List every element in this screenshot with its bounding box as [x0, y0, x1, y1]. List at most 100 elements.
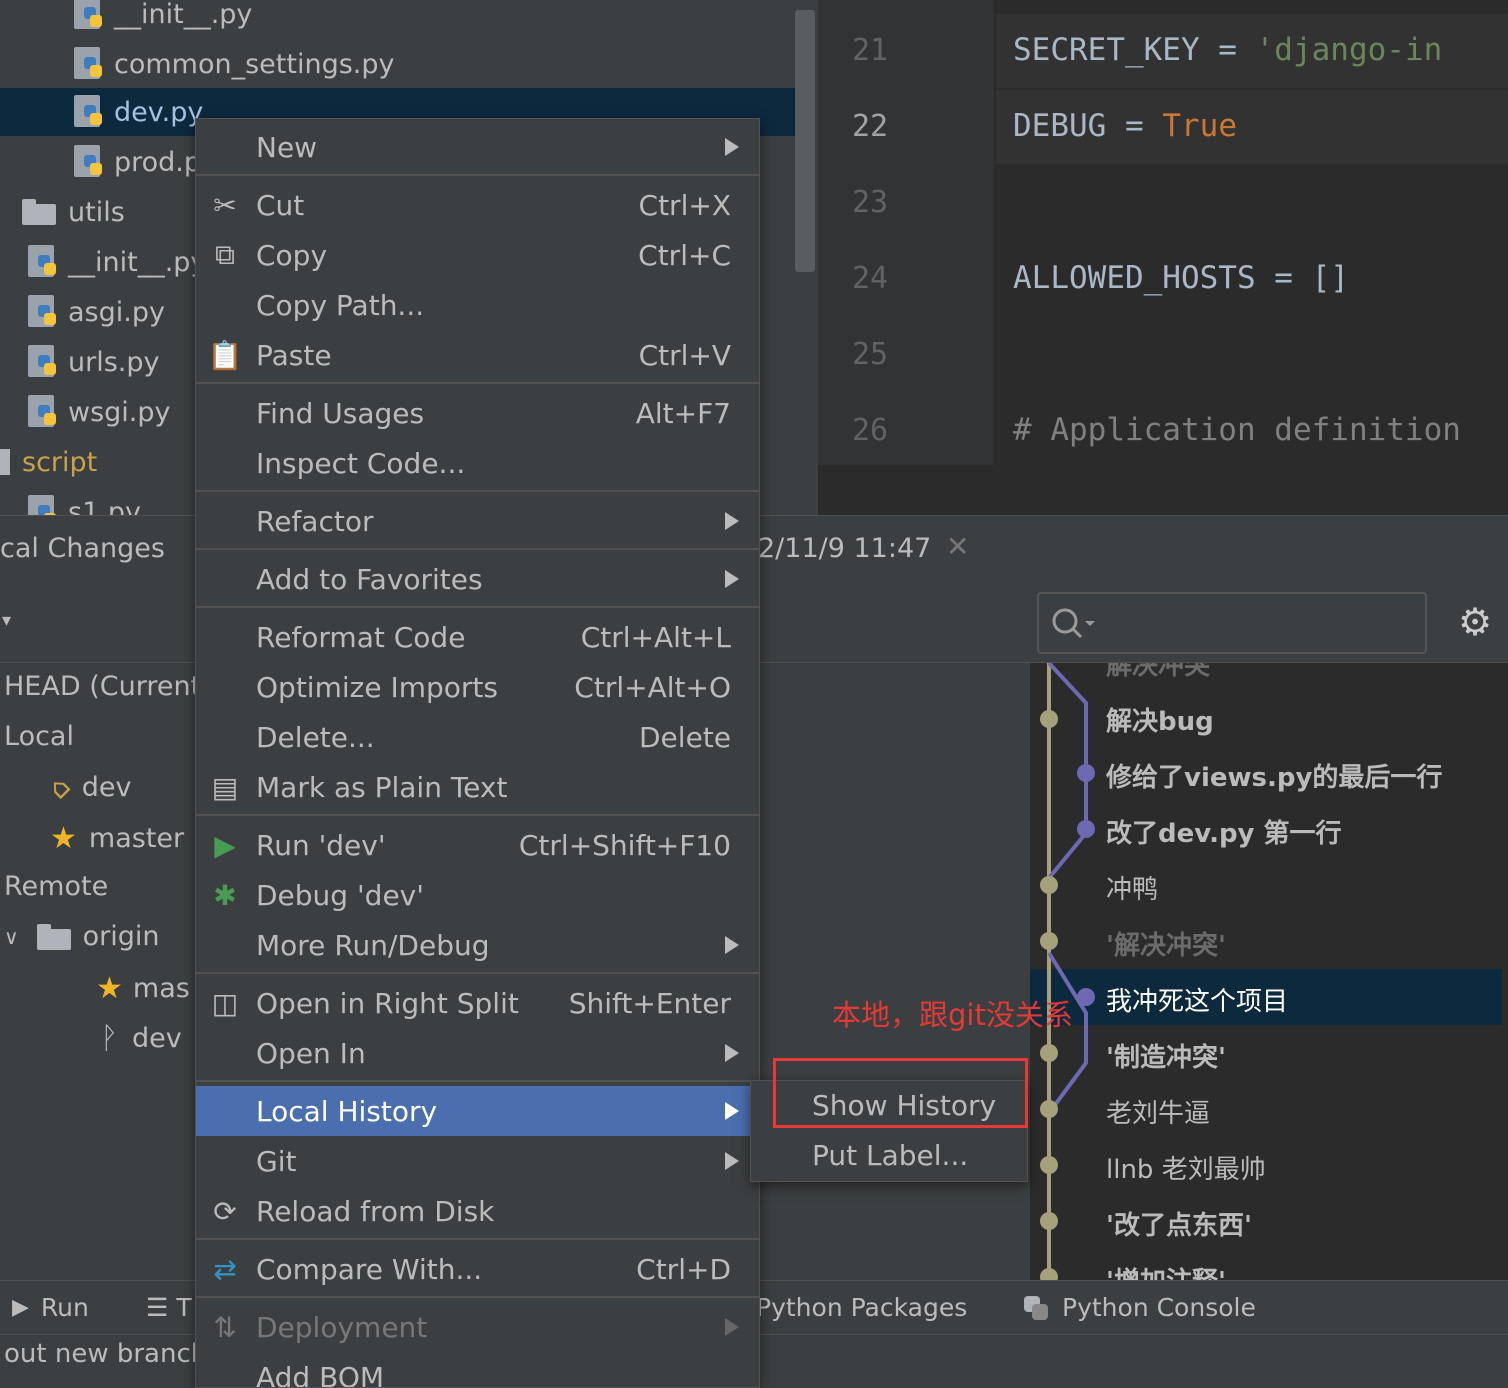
menu-separator [196, 174, 759, 176]
commit-row[interactable]: '解决冲突' [1106, 925, 1226, 962]
tag-icon: ⌂ [40, 769, 77, 806]
commit-row[interactable]: 解决冲突 [1106, 663, 1210, 682]
tree-item-asgi[interactable]: asgi.py [26, 288, 165, 336]
play-icon: ▶ [214, 828, 236, 862]
tab-python-console[interactable]: Python Console [1022, 1293, 1256, 1322]
branch-master[interactable]: ★ master [50, 821, 184, 856]
tab-todo[interactable]: ☰ T [146, 1293, 192, 1322]
tree-item-init-2[interactable]: __init__.py [26, 238, 206, 286]
menu-item-cut[interactable]: ✂ Cut Ctrl+X [196, 180, 759, 230]
context-menu: New ✂ Cut Ctrl+X ⧉ Copy Ctrl+C Copy Path... … [195, 118, 760, 1388]
menu-item-copy[interactable]: ⧉ Copy Ctrl+C [196, 230, 759, 280]
menu-item-copy-path[interactable]: Copy Path... [196, 280, 759, 330]
commit-row[interactable]: '制造冲突' [1106, 1037, 1226, 1074]
menu-item-reformat-code[interactable]: Reformat Code Ctrl+Alt+L [196, 612, 759, 662]
code-line-secret-key: SECRET_KEY = 'django-in [1013, 32, 1443, 68]
menu-separator [196, 548, 759, 550]
menu-item-optimize-imports[interactable]: Optimize Imports Ctrl+Alt+O [196, 662, 759, 712]
menu-separator [196, 1296, 759, 1298]
deployment-icon: ⇅ [213, 1310, 237, 1344]
line-number: 26 [852, 413, 889, 448]
branch-origin-master[interactable]: ★ mas [96, 971, 190, 1006]
search-input[interactable] [1037, 592, 1427, 654]
menu-item-debug[interactable]: ✱ Debug 'dev' [196, 870, 759, 920]
tree-item-wsgi[interactable]: wsgi.py [26, 388, 171, 436]
branch-dev[interactable]: ⌂ dev [41, 770, 132, 806]
chevron-down-icon[interactable]: ▾ [2, 610, 11, 631]
close-tab-icon[interactable]: ✕ [946, 530, 969, 563]
tab-log-time[interactable]: 2/11/9 11:47 [758, 533, 931, 564]
commit-row[interactable]: 修给了views.py的最后一行 [1106, 757, 1442, 794]
tree-item-utils[interactable]: utils [22, 188, 125, 236]
tree-item-urls[interactable]: urls.py [26, 338, 159, 386]
tree-item-common-settings[interactable]: common_settings.py [72, 40, 394, 88]
folder-icon [0, 449, 10, 475]
menu-item-compare-with[interactable]: ⇄ Compare With... Ctrl+D [196, 1244, 759, 1294]
branch-icon: ᚹ [100, 1021, 118, 1056]
submenu-arrow-icon [725, 138, 739, 156]
python-file-icon [26, 343, 60, 381]
line-number: 25 [852, 337, 889, 372]
menu-item-open-in[interactable]: Open In [196, 1028, 759, 1078]
commit-row[interactable]: '改了点东西' [1106, 1205, 1252, 1242]
menu-separator [196, 1080, 759, 1082]
menu-separator [196, 490, 759, 492]
menu-item-local-history[interactable]: Local History [196, 1086, 759, 1136]
branch-group-origin[interactable]: ∨ origin [4, 921, 160, 952]
tab-run[interactable]: ▶ Run [12, 1293, 89, 1322]
menu-item-inspect-code[interactable]: Inspect Code... [196, 438, 759, 488]
copy-icon: ⧉ [215, 238, 235, 271]
star-icon: ★ [50, 821, 77, 856]
python-icon [1022, 1294, 1050, 1322]
commit-row-selected[interactable]: 我冲死这个项目 [1106, 981, 1288, 1018]
editor-gutter [818, 0, 994, 465]
menu-item-add-to-favorites[interactable]: Add to Favorites [196, 554, 759, 604]
commit-row[interactable]: 改了dev.py 第一行 [1106, 813, 1342, 850]
tab-python-packages[interactable]: Python Packages [756, 1293, 967, 1322]
submenu-arrow-icon [725, 1102, 739, 1120]
tree-item-s1[interactable]: s1.py [26, 488, 141, 515]
commit-row[interactable]: 老刘牛逼 [1106, 1093, 1210, 1130]
menu-separator [196, 972, 759, 974]
submenu-arrow-icon [725, 1318, 739, 1336]
python-file-icon [72, 45, 106, 83]
commit-row[interactable]: 解决bug [1106, 701, 1214, 738]
scissors-icon: ✂ [213, 188, 237, 222]
commit-row[interactable]: '增加注释' [1106, 1261, 1226, 1280]
menu-item-new[interactable]: New [196, 122, 759, 172]
line-number: 24 [852, 261, 889, 296]
menu-item-add-bom[interactable]: Add BOM [196, 1352, 759, 1388]
menu-item-mark-plain-text[interactable]: ▤ Mark as Plain Text [196, 762, 759, 812]
branch-head[interactable]: HEAD (Current [4, 671, 195, 702]
branch-origin-dev[interactable]: ᚹ dev [100, 1021, 182, 1056]
python-file-icon [26, 393, 60, 431]
menu-item-refactor[interactable]: Refactor [196, 496, 759, 546]
menu-item-find-usages[interactable]: Find Usages Alt+F7 [196, 388, 759, 438]
code-editor[interactable]: 21 22 23 24 25 26 SECRET_KEY = 'django-i… [818, 0, 1508, 515]
menu-item-delete[interactable]: Delete... Delete [196, 712, 759, 762]
commit-graph [1040, 663, 1095, 1280]
folder-icon [36, 923, 71, 950]
menu-item-paste[interactable]: 📋 Paste Ctrl+V [196, 330, 759, 380]
commit-row[interactable]: 冲鸭 [1106, 869, 1158, 906]
menu-item-more-run-debug[interactable]: More Run/Debug [196, 920, 759, 970]
menu-item-run[interactable]: ▶ Run 'dev' Ctrl+Shift+F10 [196, 820, 759, 870]
python-file-icon [26, 493, 60, 515]
tree-item-script[interactable]: script [0, 438, 97, 486]
commit-row[interactable]: llnb 老刘最帅 [1106, 1149, 1266, 1186]
menu-item-deployment: ⇅ Deployment [196, 1302, 759, 1352]
annotation-highlight-box [773, 1058, 1028, 1128]
tree-item-init[interactable]: __init__.py [72, 0, 252, 38]
branch-group-remote[interactable]: Remote [4, 871, 108, 902]
branch-group-local[interactable]: Local [4, 721, 74, 752]
compare-icon: ⇄ [213, 1252, 237, 1286]
line-number: 22 [852, 109, 889, 144]
tree-scrollbar[interactable] [795, 10, 815, 272]
menu-item-open-right-split[interactable]: ◫ Open in Right Split Shift+Enter [196, 978, 759, 1028]
code-line-debug: DEBUG = True [1013, 108, 1237, 144]
gear-icon[interactable]: ⚙ [1458, 600, 1492, 644]
menu-item-reload-from-disk[interactable]: ⟳ Reload from Disk [196, 1186, 759, 1236]
menu-item-git[interactable]: Git [196, 1136, 759, 1186]
menu-item-put-label[interactable]: Put Label... [812, 1139, 968, 1172]
tab-local-changes[interactable]: cal Changes [0, 533, 165, 564]
